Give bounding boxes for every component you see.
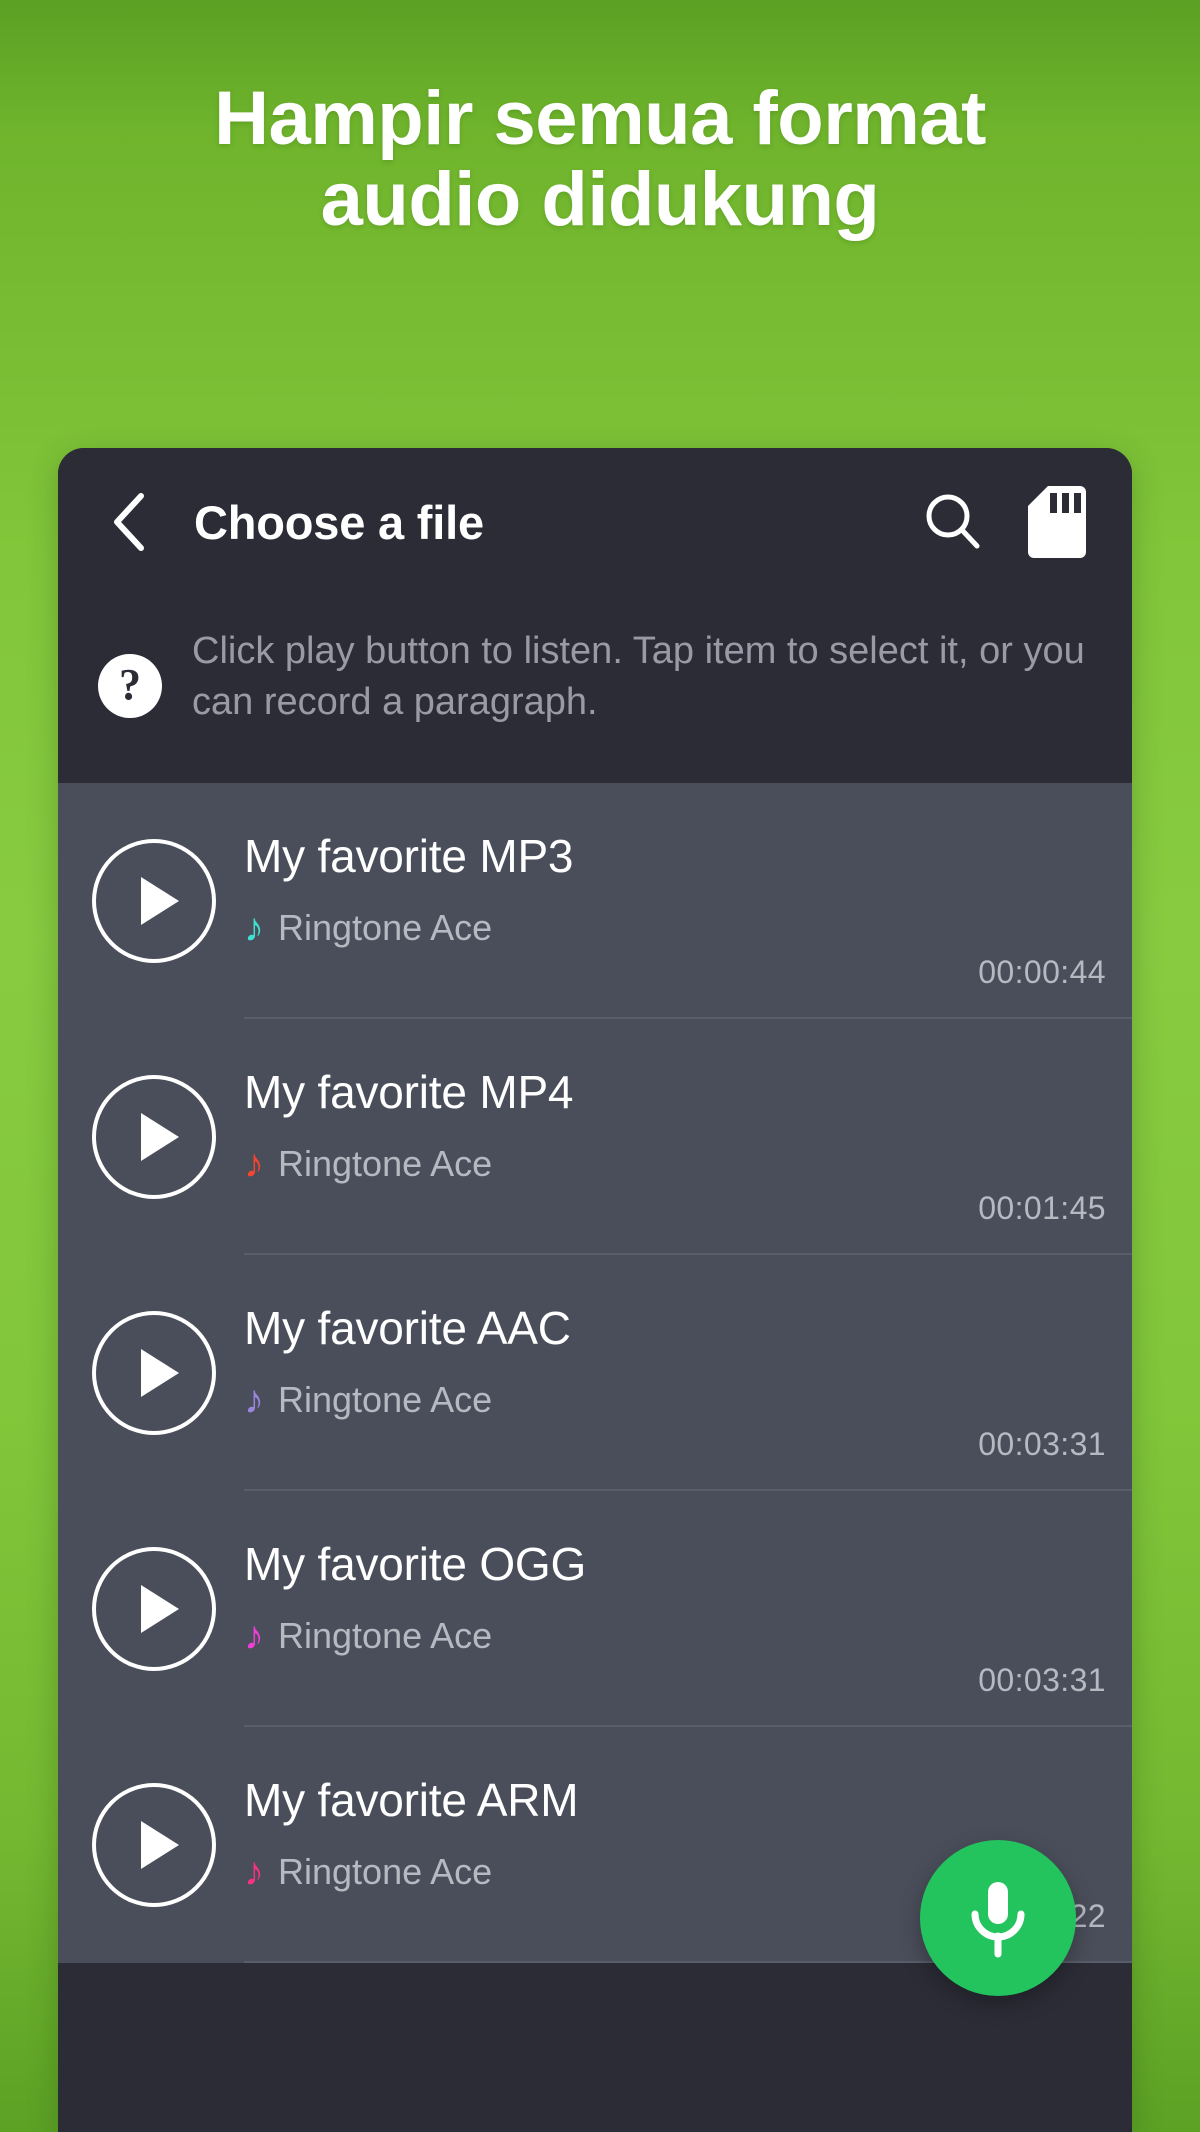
file-item-artist: Ringtone Ace [278,1142,493,1184]
promo-headline: Hampir semua format audio didukung [0,78,1200,241]
file-list-item[interactable]: My favorite AAC ♪ Ringtone Ace 00:03:31 [58,1255,1132,1491]
file-item-artist: Ringtone Ace [278,906,493,948]
file-item-subtitle: ♪ Ringtone Ace [244,1143,492,1185]
promo-screenshot: Hampir semua format audio didukung Choos… [0,0,1200,2132]
file-item-subtitle: ♪ Ringtone Ace [244,1379,492,1421]
file-list[interactable]: My favorite MP3 ♪ Ringtone Ace 00:00:44 My f… [58,782,1132,1963]
file-item-title: My favorite ARM [244,1773,579,1826]
file-item-duration: 00:03:31 [978,1661,1106,1698]
music-note-icon: ♪ [244,1377,264,1422]
promo-headline-line-1: Hampir semua format [214,76,986,161]
file-item-title: My favorite MP3 [244,829,574,882]
help-text: Click play button to listen. Tap item to… [192,630,1085,724]
file-item-title: My favorite AAC [244,1301,571,1354]
promo-headline-line-2: audio didukung [320,157,880,243]
file-item-duration: 00:00:44 [978,953,1106,990]
search-icon [926,494,980,549]
back-button[interactable] [92,485,166,559]
help-icon[interactable]: ? [98,654,162,718]
file-item-subtitle: ♪ Ringtone Ace [244,1851,492,1893]
file-list-item[interactable]: My favorite MP3 ♪ Ringtone Ace 00:00:44 [58,783,1132,1019]
file-item-duration: 00:01:45 [978,1189,1106,1226]
play-button[interactable] [92,1310,216,1435]
file-item-title: My favorite MP4 [244,1065,574,1118]
file-item-body: My favorite OGG ♪ Ringtone Ace 00:03:31 [244,1491,1132,1727]
file-list-item[interactable]: My favorite OGG ♪ Ringtone Ace 00:03:31 [58,1491,1132,1727]
play-button[interactable] [92,838,216,963]
play-icon [141,1348,179,1397]
play-button[interactable] [92,1782,216,1907]
page-title: Choose a file [194,495,484,549]
file-item-body: My favorite MP4 ♪ Ringtone Ace 00:01:45 [244,1019,1132,1255]
microphone-icon [971,1882,1025,1958]
music-note-icon: ♪ [244,1849,264,1894]
play-icon [141,1112,179,1161]
play-icon [141,1820,179,1869]
chevron-left-icon [114,493,144,551]
music-note-icon: ♪ [244,1613,264,1658]
file-list-item[interactable]: My favorite MP4 ♪ Ringtone Ace 00:01:45 [58,1019,1132,1255]
file-item-body: My favorite MP3 ♪ Ringtone Ace 00:00:44 [244,783,1132,1019]
music-note-icon: ♪ [244,1141,264,1186]
play-button[interactable] [92,1074,216,1199]
file-item-body: My favorite AAC ♪ Ringtone Ace 00:03:31 [244,1255,1132,1491]
music-note-icon: ♪ [244,905,264,950]
play-icon [141,876,179,925]
play-button[interactable] [92,1546,216,1671]
file-item-duration: 00:03:31 [978,1425,1106,1462]
sd-card-button[interactable] [1018,483,1096,561]
file-item-title: My favorite OGG [244,1537,587,1590]
sd-card-icon [1028,486,1086,558]
app-bar: Choose a file [58,448,1132,596]
file-item-subtitle: ♪ Ringtone Ace [244,1615,492,1657]
record-fab-button[interactable] [920,1840,1076,1996]
phone-screen-card: Choose a file ? Click play button to lis [58,448,1132,2132]
help-banner: ? Click play button to listen. Tap item … [58,596,1132,783]
file-item-subtitle: ♪ Ringtone Ace [244,907,492,949]
file-item-artist: Ringtone Ace [278,1850,493,1892]
play-icon [141,1584,179,1633]
file-item-artist: Ringtone Ace [278,1378,493,1420]
file-item-artist: Ringtone Ace [278,1614,493,1656]
search-button[interactable] [914,483,992,561]
